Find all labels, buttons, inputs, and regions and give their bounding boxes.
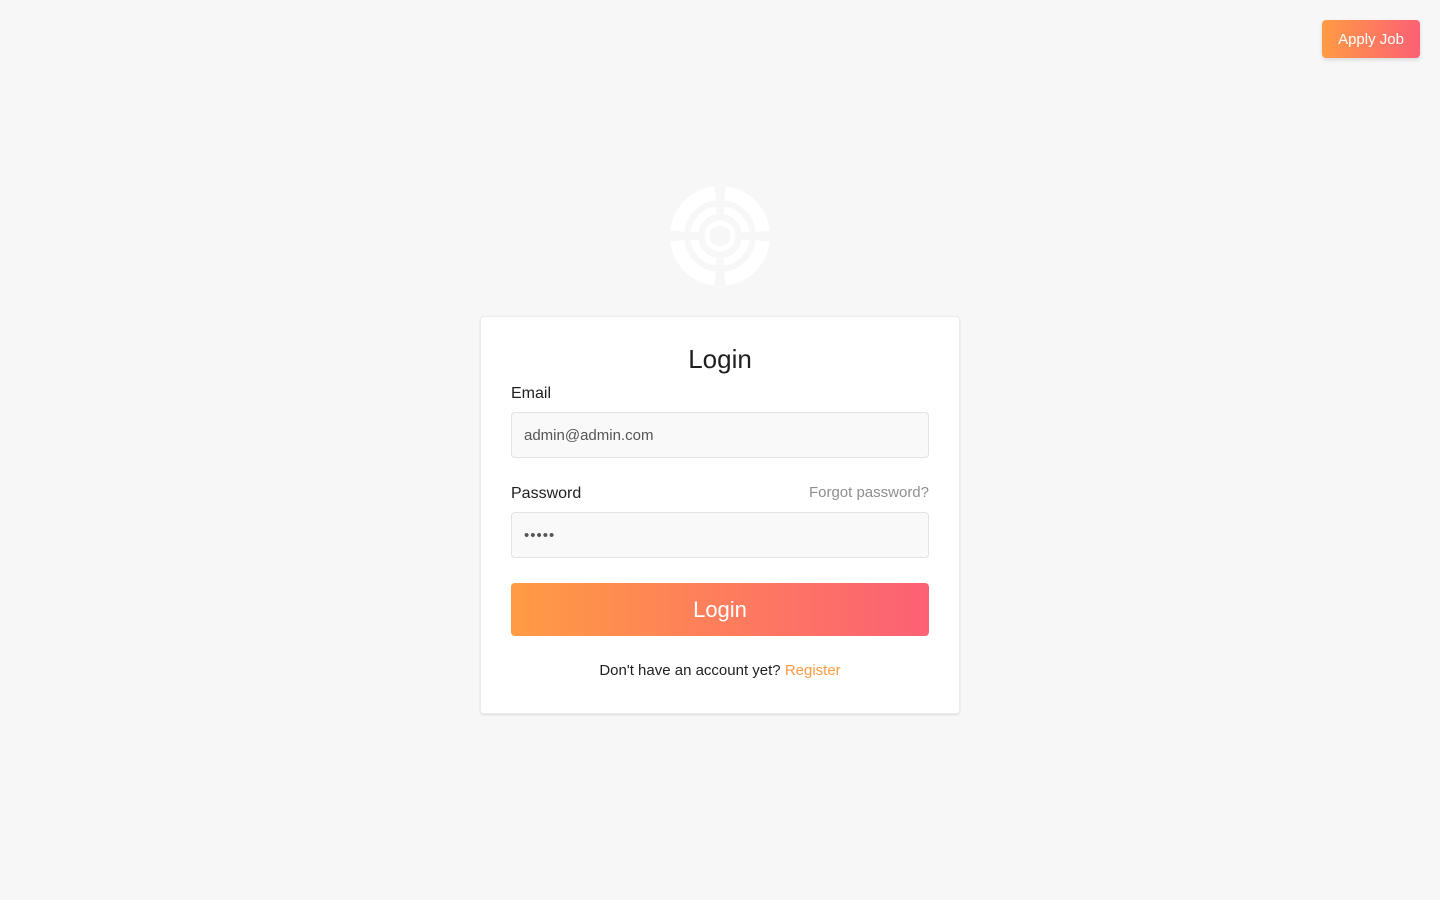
- target-logo-icon: [669, 185, 771, 287]
- email-field[interactable]: [511, 412, 929, 458]
- password-field[interactable]: [511, 512, 929, 558]
- apply-job-button[interactable]: Apply Job: [1322, 20, 1420, 58]
- login-title: Login: [688, 344, 752, 374]
- register-prompt: Don't have an account yet? Register: [481, 662, 959, 679]
- login-card: Login Email Password Forgot password? Lo…: [480, 316, 960, 714]
- register-link[interactable]: Register: [785, 662, 841, 679]
- forgot-password-link[interactable]: Forgot password?: [809, 484, 929, 501]
- password-label: Password: [511, 485, 582, 502]
- login-button[interactable]: Login: [511, 583, 929, 636]
- email-label: Email: [511, 385, 552, 402]
- register-prompt-text: Don't have an account yet?: [599, 662, 781, 679]
